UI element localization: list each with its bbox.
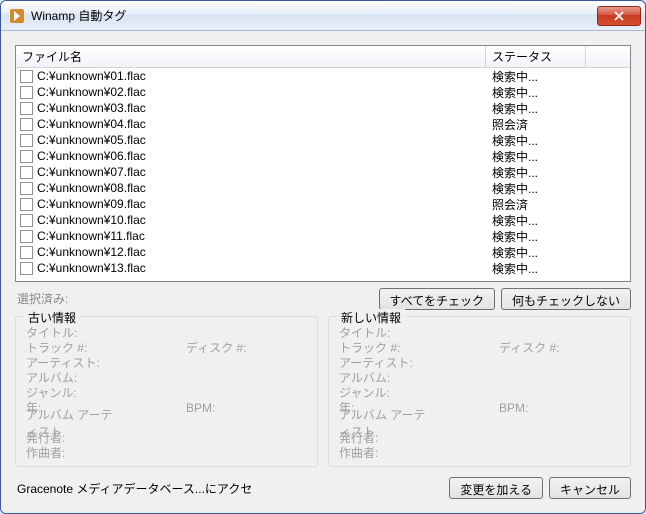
cell-filename: C:¥unknown¥03.flac [37,101,146,115]
table-row[interactable]: C:¥unknown¥01.flac 検索中... [16,68,630,84]
app-icon [9,8,25,24]
label-composer: 作曲者: [26,444,116,461]
close-icon [614,11,624,21]
cell-status: 照会済 [486,116,606,133]
row-checkbox[interactable] [20,198,33,211]
cell-status: 照会済 [486,196,606,213]
row-checkbox[interactable] [20,134,33,147]
cell-status: 検索中... [486,212,606,229]
apply-button[interactable]: 変更を加える [449,477,543,499]
close-button[interactable] [597,6,641,26]
cell-filename: C:¥unknown¥10.flac [37,213,146,227]
mid-row: 選択済み: すべてをチェック 何もチェックしない [15,288,631,310]
check-none-button[interactable]: 何もチェックしない [501,288,631,310]
row-checkbox[interactable] [20,214,33,227]
cell-filename: C:¥unknown¥05.flac [37,133,146,147]
table-row[interactable]: C:¥unknown¥08.flac 検索中... [16,180,630,196]
list-rows: C:¥unknown¥01.flac検索中...C:¥unknown¥02.fl… [16,68,630,276]
titlebar[interactable]: Winamp 自動タグ [1,1,645,31]
cell-status: 検索中... [486,132,606,149]
table-row[interactable]: C:¥unknown¥03.flac 検索中... [16,100,630,116]
cell-filename: C:¥unknown¥07.flac [37,165,146,179]
window-title: Winamp 自動タグ [31,7,597,24]
label-bpm-new: BPM: [499,401,528,415]
content-area: ファイル名 ステータス C:¥unknown¥01.flac検索中...C:¥u… [1,31,645,513]
row-checkbox[interactable] [20,70,33,83]
cell-status: 検索中... [486,260,606,277]
check-all-button[interactable]: すべてをチェック [379,288,495,310]
table-row[interactable]: C:¥unknown¥02.flac 検索中... [16,84,630,100]
info-panels: 古い情報 タイトル: トラック #:ディスク #: アーティスト: アルバム: … [15,316,631,467]
cell-filename: C:¥unknown¥08.flac [37,181,146,195]
table-row[interactable]: C:¥unknown¥13.flac 検索中... [16,260,630,276]
cell-status: 検索中... [486,164,606,181]
table-row[interactable]: C:¥unknown¥04.flac 照会済 [16,116,630,132]
cell-filename: C:¥unknown¥01.flac [37,69,146,83]
label-bpm: BPM: [186,401,215,415]
list-header: ファイル名 ステータス [16,46,630,68]
footer: Gracenote メディアデータベース...にアクセ 変更を加える キャンセル [15,473,631,499]
cell-filename: C:¥unknown¥11.flac [37,229,145,243]
row-checkbox[interactable] [20,166,33,179]
row-checkbox[interactable] [20,262,33,275]
table-row[interactable]: C:¥unknown¥12.flac 検索中... [16,244,630,260]
table-row[interactable]: C:¥unknown¥06.flac 検索中... [16,148,630,164]
row-checkbox[interactable] [20,230,33,243]
table-row[interactable]: C:¥unknown¥05.flac 検索中... [16,132,630,148]
table-row[interactable]: C:¥unknown¥11.flac 検索中... [16,228,630,244]
old-info-panel: 古い情報 タイトル: トラック #:ディスク #: アーティスト: アルバム: … [15,316,318,467]
cell-filename: C:¥unknown¥12.flac [37,245,146,259]
dialog-window: Winamp 自動タグ ファイル名 ステータス C:¥unknown¥01.fl… [0,0,646,514]
label-disc-new: ディスク #: [499,339,560,356]
cell-status: 検索中... [486,68,606,85]
col-header-filename[interactable]: ファイル名 [16,46,486,67]
col-header-status[interactable]: ステータス [486,46,586,67]
status-text: Gracenote メディアデータベース...にアクセ [15,480,443,497]
table-row[interactable]: C:¥unknown¥09.flac 照会済 [16,196,630,212]
cell-status: 検索中... [486,228,606,245]
file-listview[interactable]: ファイル名 ステータス C:¥unknown¥01.flac検索中...C:¥u… [15,45,631,282]
row-checkbox[interactable] [20,86,33,99]
cell-filename: C:¥unknown¥04.flac [37,117,146,131]
cancel-button[interactable]: キャンセル [549,477,631,499]
new-info-panel: 新しい情報 タイトル: トラック #:ディスク #: アーティスト: アルバム:… [328,316,631,467]
table-row[interactable]: C:¥unknown¥10.flac 検索中... [16,212,630,228]
cell-status: 検索中... [486,180,606,197]
cell-filename: C:¥unknown¥09.flac [37,197,146,211]
old-info-title: 古い情報 [24,309,80,326]
cell-status: 検索中... [486,244,606,261]
cell-status: 検索中... [486,100,606,117]
cell-filename: C:¥unknown¥06.flac [37,149,146,163]
label-composer-new: 作曲者: [339,444,429,461]
table-row[interactable]: C:¥unknown¥07.flac 検索中... [16,164,630,180]
row-checkbox[interactable] [20,246,33,259]
new-info-title: 新しい情報 [337,309,405,326]
label-disc: ディスク #: [186,339,247,356]
row-checkbox[interactable] [20,102,33,115]
cell-status: 検索中... [486,84,606,101]
row-checkbox[interactable] [20,150,33,163]
selected-label: 選択済み: [15,288,373,307]
cell-filename: C:¥unknown¥13.flac [37,261,146,275]
row-checkbox[interactable] [20,182,33,195]
row-checkbox[interactable] [20,118,33,131]
cell-status: 検索中... [486,148,606,165]
cell-filename: C:¥unknown¥02.flac [37,85,146,99]
